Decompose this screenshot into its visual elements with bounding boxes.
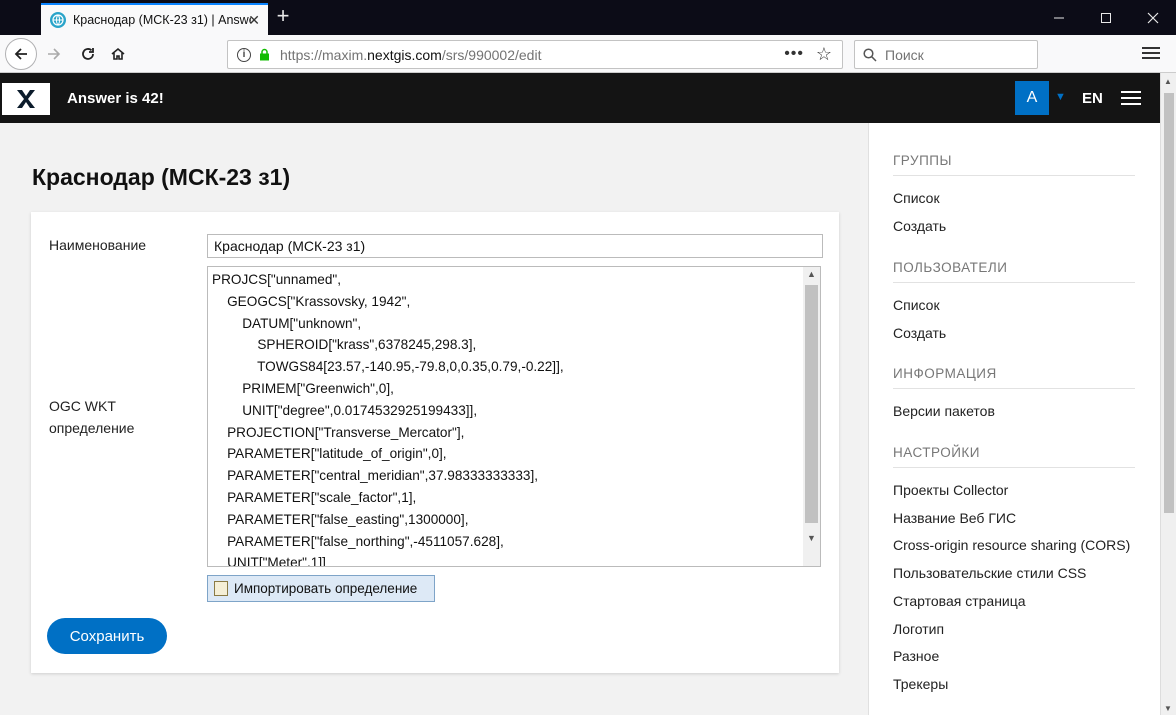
- wkt-line: TOWGS84[23.57,-140.95,-79.8,0,0.35,0.79,…: [212, 359, 564, 375]
- tab-close-icon[interactable]: ✕: [248, 12, 260, 29]
- wkt-line: SPHEROID["krass",6378245,298.3],: [212, 337, 477, 353]
- chevron-down-icon[interactable]: ▼: [1055, 91, 1066, 103]
- wkt-line: PARAMETER["false_easting",1300000],: [212, 511, 469, 527]
- import-definition-button[interactable]: Импортировать определение: [207, 575, 435, 602]
- sidebar-section-divider: [893, 175, 1135, 176]
- search-input[interactable]: [885, 46, 1025, 63]
- wkt-text[interactable]: PROJCS["unnamed", GEOGCS["Krassovsky, 19…: [212, 269, 564, 567]
- page-title: Краснодар (МСК-23 з1): [32, 164, 291, 190]
- info-icon[interactable]: i: [237, 47, 251, 62]
- sidebar-section-divider: [893, 467, 1135, 468]
- scroll-down-icon[interactable]: ▼: [807, 533, 816, 543]
- reload-icon: [82, 48, 94, 60]
- search-bar[interactable]: [854, 40, 1038, 69]
- url-text[interactable]: https://maxim.nextgis.com/srs/990002/edi…: [280, 47, 541, 63]
- app-title[interactable]: Answer is 42!: [67, 90, 164, 107]
- import-button-label: Импортировать определение: [234, 581, 418, 596]
- arrow-left-icon: [14, 48, 27, 60]
- language-switch[interactable]: EN: [1082, 90, 1103, 107]
- sidebar-link[interactable]: Логотип: [893, 621, 944, 637]
- sidebar-section-title: ПОЛЬЗОВАТЕЛИ: [893, 260, 1008, 275]
- sidebar-link[interactable]: Разное: [893, 648, 939, 664]
- wkt-scrollbar[interactable]: ▲ ▼: [803, 267, 820, 566]
- scroll-up-icon[interactable]: ▲: [1164, 77, 1172, 86]
- wkt-line: PARAMETER["central_meridian",37.98333333…: [212, 468, 539, 484]
- browser-menu-icon[interactable]: [1141, 44, 1161, 64]
- bookmark-star-icon[interactable]: ☆: [816, 44, 832, 65]
- browser-tab-strip: Краснодар (МСК-23 з1) | Answer is 42! ✕ …: [0, 0, 1176, 35]
- sidebar-link[interactable]: Список: [893, 297, 940, 313]
- sidebar-link[interactable]: Список: [893, 190, 940, 206]
- wkt-line: PROJCS["unnamed",: [212, 272, 342, 287]
- home-icon: [111, 47, 125, 60]
- tab-title: Краснодар (МСК-23 з1) | Answer is 42!: [73, 13, 251, 27]
- back-button[interactable]: [5, 38, 37, 70]
- hamburger-menu-icon[interactable]: [1121, 91, 1141, 109]
- name-input[interactable]: [207, 234, 823, 258]
- sidebar-link[interactable]: Версии пакетов: [893, 403, 995, 419]
- wkt-line: PARAMETER["latitude_of_origin",0],: [212, 446, 447, 462]
- sidebar-link[interactable]: Название Веб ГИС: [893, 510, 1016, 526]
- wkt-line: PROJECTION["Transverse_Mercator"],: [212, 424, 465, 440]
- browser-navigation-bar: i https://maxim.nextgis.com/srs/990002/e…: [0, 35, 1176, 73]
- sidebar-section-divider: [893, 388, 1135, 389]
- sidebar-link[interactable]: Создать: [893, 325, 946, 341]
- wkt-line: PARAMETER["false_northing",-4511057.628]…: [212, 533, 504, 549]
- reload-button[interactable]: [76, 42, 100, 66]
- wkt-line: UNIT["Meter",1]]: [212, 555, 326, 567]
- page-scrollbar[interactable]: ▲ ▼: [1160, 73, 1176, 715]
- close-window-icon[interactable]: [1130, 0, 1176, 35]
- sidebar-link[interactable]: Трекеры: [893, 676, 948, 692]
- wkt-label: OGC WKT определение: [49, 398, 135, 436]
- address-bar[interactable]: i https://maxim.nextgis.com/srs/990002/e…: [227, 40, 843, 69]
- sidebar-link[interactable]: Пользовательские стили CSS: [893, 565, 1086, 581]
- forward-button[interactable]: [42, 42, 66, 66]
- user-avatar[interactable]: A: [1015, 81, 1049, 115]
- wkt-line: UNIT["degree",0.0174532925199433]],: [212, 402, 478, 418]
- wkt-textarea[interactable]: PROJCS["unnamed", GEOGCS["Krassovsky, 19…: [207, 266, 821, 567]
- sidebar-link[interactable]: Проекты Collector: [893, 482, 1008, 498]
- globe-favicon-icon: [50, 12, 66, 28]
- import-document-icon: [214, 581, 228, 596]
- sidebar-section-title: ГРУППЫ: [893, 153, 952, 168]
- minimize-icon[interactable]: [1036, 0, 1082, 35]
- scroll-down-icon[interactable]: ▼: [1164, 704, 1172, 713]
- sidebar-section-title: НАСТРОЙКИ: [893, 445, 980, 460]
- wkt-scrollbar-thumb[interactable]: [805, 285, 818, 523]
- srs-edit-form: Наименование OGC WKT определение PROJCS[…: [31, 212, 839, 673]
- name-label: Наименование: [49, 237, 147, 253]
- page-actions-icon[interactable]: •••: [784, 45, 804, 63]
- search-icon: [863, 47, 877, 62]
- sidebar-link[interactable]: Создать: [893, 218, 946, 234]
- app-header: Answer is 42! A ▼ EN: [0, 73, 1160, 123]
- sidebar: ГРУППЫ Список Создать ПОЛЬЗОВАТЕЛИ Список Соз…: [868, 123, 1160, 715]
- sidebar-section-title: ИНФОРМАЦИЯ: [893, 366, 997, 381]
- arrow-right-icon: [48, 48, 61, 60]
- wkt-line: PARAMETER["scale_factor",1],: [212, 489, 417, 505]
- scroll-up-icon[interactable]: ▲: [807, 269, 816, 279]
- sidebar-link[interactable]: Стартовая страница: [893, 593, 1026, 609]
- sidebar-link[interactable]: Cross-origin resource sharing (CORS): [893, 537, 1130, 553]
- wkt-line: DATUM["unknown",: [212, 315, 362, 331]
- browser-tab[interactable]: Краснодар (МСК-23 з1) | Answer is 42! ✕: [41, 3, 268, 35]
- wkt-line: PRIMEM["Greenwich",0],: [212, 380, 394, 396]
- page-scrollbar-thumb[interactable]: [1164, 93, 1174, 513]
- new-tab-icon[interactable]: +: [272, 5, 294, 27]
- wkt-line: GEOGCS["Krassovsky, 1942",: [212, 293, 411, 309]
- lock-icon[interactable]: [259, 48, 270, 61]
- home-button[interactable]: [106, 42, 130, 66]
- nextgis-logo[interactable]: [2, 83, 50, 115]
- sidebar-section-divider: [893, 282, 1135, 283]
- save-button[interactable]: Сохранить: [47, 618, 167, 654]
- maximize-icon[interactable]: [1083, 0, 1129, 35]
